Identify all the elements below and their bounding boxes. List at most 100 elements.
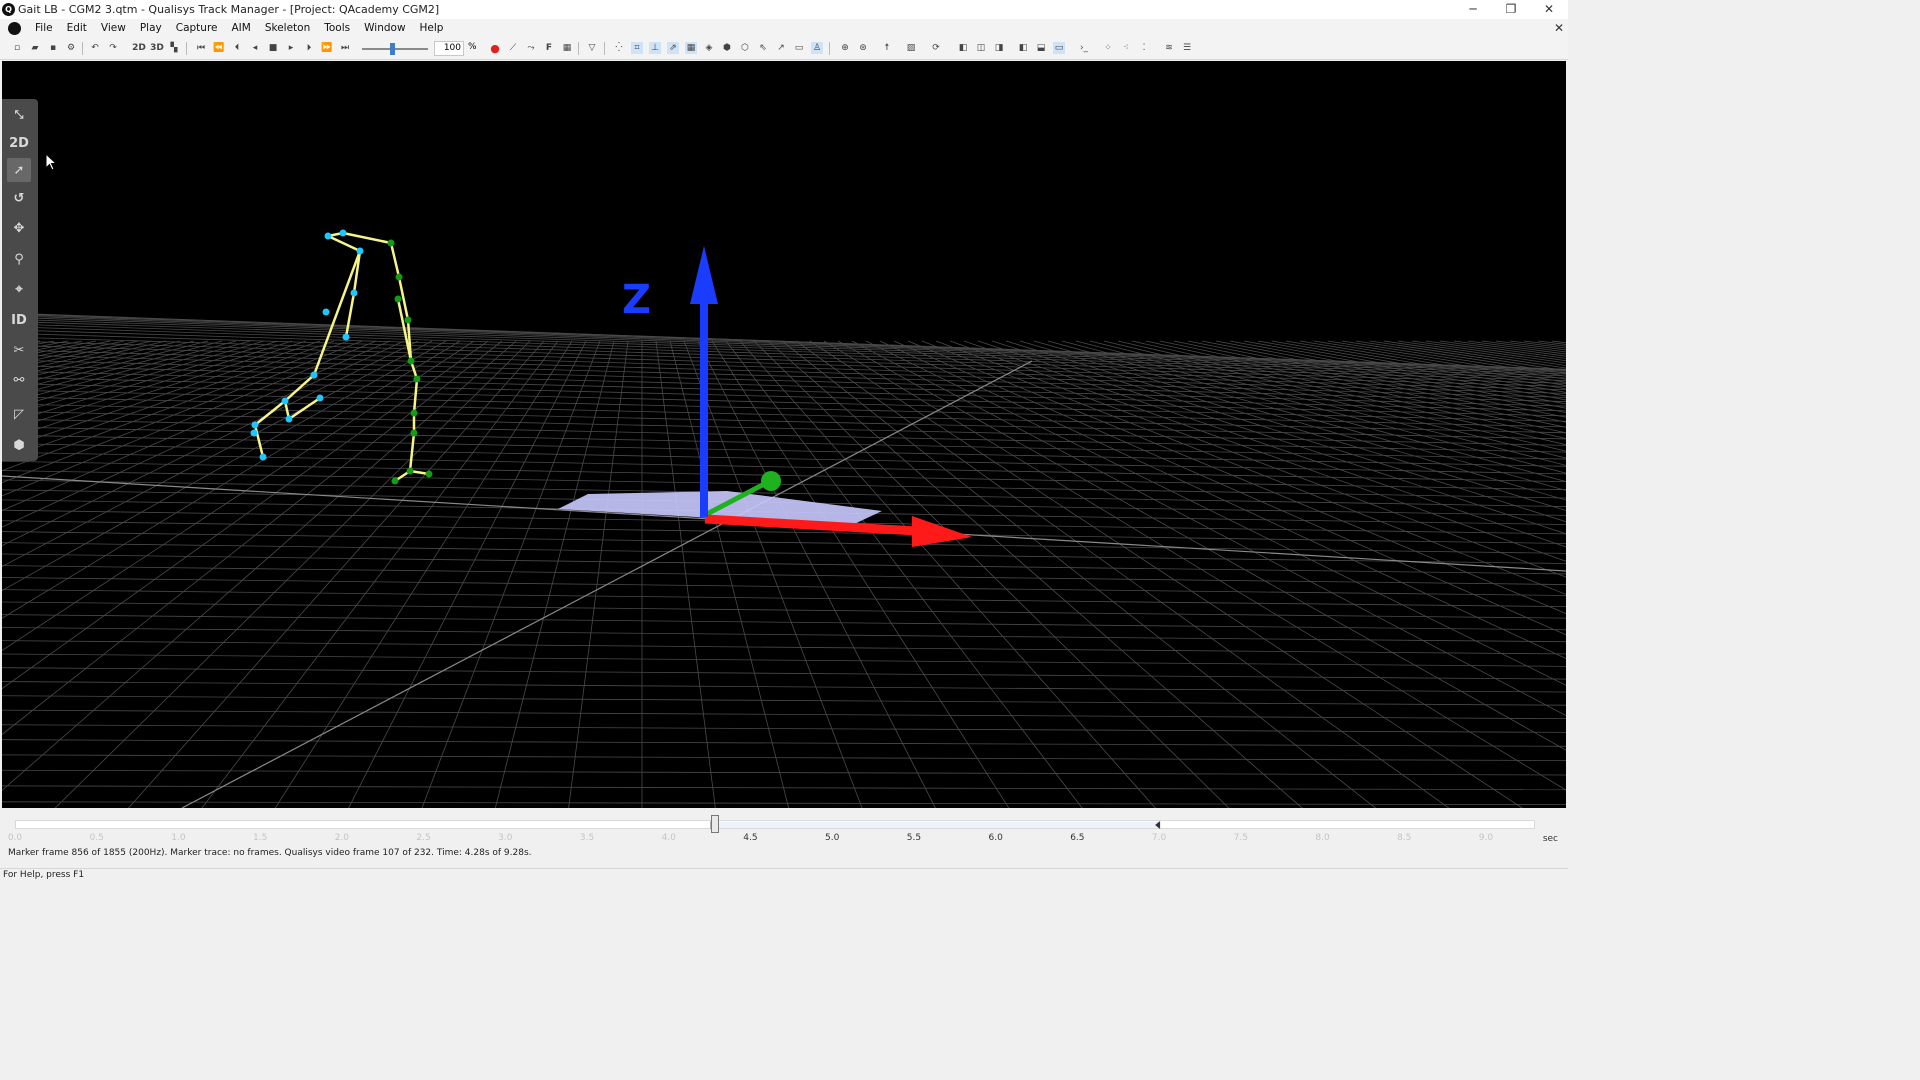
select-trajectory-icon[interactable]: ◸ — [7, 402, 31, 426]
volume-cube-icon[interactable]: ⬡ — [739, 42, 751, 54]
bone-icon[interactable]: ⚯ — [7, 368, 31, 392]
fast-rewind-icon[interactable]: ⏪ — [213, 42, 225, 54]
menu-window[interactable]: Window — [357, 19, 412, 38]
right-leg-marker[interactable] — [425, 470, 433, 478]
zoom-icon[interactable]: ⚲ — [7, 247, 31, 271]
playback-speed-value[interactable]: 100 — [434, 41, 464, 56]
refresh-icon[interactable]: ⟳ — [930, 42, 942, 54]
cube-icon[interactable]: ⬢ — [7, 433, 31, 457]
go-to-start-icon[interactable]: ⏮ — [195, 42, 207, 54]
redo-icon[interactable]: ↷ — [107, 42, 119, 54]
gaze-vector-icon[interactable]: ↗ — [775, 42, 787, 54]
menu-skeleton[interactable]: Skeleton — [258, 19, 317, 38]
step-back-icon[interactable]: ⏴ — [231, 42, 243, 54]
measure-icon[interactable]: ⟋ — [507, 42, 519, 54]
play-backward-icon[interactable]: ◂ — [249, 42, 261, 54]
slider-thumb[interactable] — [389, 43, 395, 55]
right-leg-marker[interactable] — [404, 316, 412, 324]
left-leg-marker[interactable] — [259, 453, 267, 461]
target-icon[interactable]: ⊛ — [857, 42, 869, 54]
grid-icon[interactable]: ▦ — [561, 42, 573, 54]
right-leg-marker[interactable] — [406, 467, 414, 475]
rotate-icon[interactable]: ↺ — [7, 186, 31, 210]
marker-red-icon[interactable]: ⁖ — [1120, 42, 1132, 54]
menu-edit[interactable]: Edit — [60, 19, 94, 38]
skeleton-icon[interactable]: ♙ — [811, 42, 823, 54]
current-time-handle[interactable] — [710, 815, 719, 833]
crosshair-icon[interactable]: ⊕ — [839, 42, 851, 54]
center-icon[interactable]: ⌖ — [7, 277, 31, 301]
mode-2d-button[interactable]: 2D — [7, 131, 31, 155]
layout-left-icon[interactable]: ◧ — [957, 42, 969, 54]
cut-icon[interactable]: ✂ — [7, 338, 31, 362]
right-leg-marker[interactable] — [410, 429, 418, 437]
left-leg-marker[interactable] — [350, 289, 358, 297]
right-leg-marker[interactable] — [395, 273, 403, 281]
identify-button[interactable]: ID — [7, 308, 31, 332]
step-forward-icon[interactable]: ⏵ — [303, 42, 315, 54]
play-icon[interactable]: ▸ — [285, 42, 297, 54]
right-leg-marker[interactable] — [413, 375, 421, 383]
right-leg-marker[interactable] — [410, 409, 418, 417]
fast-forward-icon[interactable]: ⏩ — [321, 42, 333, 54]
left-leg-marker[interactable] — [250, 429, 258, 437]
person-icon[interactable]: ☨ — [881, 42, 893, 54]
video-view-icon[interactable]: ▚ — [168, 42, 180, 54]
minimize-button[interactable]: ─ — [1454, 0, 1492, 19]
left-leg-marker[interactable] — [251, 421, 259, 429]
document-logo-icon[interactable] — [8, 22, 21, 35]
menu-file[interactable]: File — [28, 19, 60, 38]
left-leg-marker[interactable] — [281, 397, 289, 405]
left-leg-marker[interactable] — [316, 394, 324, 402]
axis-view-icon[interactable]: ⊥ — [649, 42, 661, 54]
volume-icon[interactable]: ▽ — [586, 42, 598, 54]
bone-view-icon[interactable]: ⌗ — [631, 42, 643, 54]
playback-speed-slider[interactable] — [362, 43, 428, 55]
panel-left-icon[interactable]: ◧ — [1017, 42, 1029, 54]
marker-gap-icon[interactable]: ⁚ — [1138, 42, 1150, 54]
rigid-body-icon[interactable]: ⬢ — [721, 42, 733, 54]
translate-icon[interactable]: ✥ — [7, 216, 31, 240]
stop-icon[interactable]: ■ — [267, 42, 279, 54]
data-info-icon[interactable]: ☰ — [1181, 42, 1193, 54]
camera-icon[interactable]: ◈ — [703, 42, 715, 54]
save-icon[interactable]: ▪ — [47, 42, 59, 54]
panel-bottom-icon[interactable]: ⬓ — [1035, 42, 1047, 54]
expand-icon[interactable]: ⤡ — [7, 103, 31, 127]
menu-tools[interactable]: Tools — [317, 19, 357, 38]
restore-button[interactable]: ❐ — [1492, 0, 1530, 19]
record-icon[interactable]: ● — [489, 42, 501, 55]
plot-icon[interactable]: ≋ — [1163, 42, 1175, 54]
filter-button[interactable]: F — [543, 42, 555, 54]
menu-play[interactable]: Play — [133, 19, 169, 38]
left-leg-marker[interactable] — [310, 371, 318, 379]
open-file-icon[interactable]: ▰ — [29, 42, 41, 54]
settings-icon[interactable]: ⚙ — [65, 42, 77, 54]
left-leg-marker[interactable] — [322, 308, 330, 316]
layout-right-icon[interactable]: ◨ — [993, 42, 1005, 54]
3d-scene[interactable]: Z — [2, 61, 1566, 808]
go-to-end-icon[interactable]: ⏭ — [339, 42, 351, 54]
menu-help[interactable]: Help — [413, 19, 451, 38]
left-leg-marker[interactable] — [339, 229, 347, 237]
3d-view[interactable]: Z ⤡ 2D ➚ ↺ ✥ ⚲ ⌖ ID ✂ ⚯ ◸ ⬢ — [2, 61, 1566, 808]
right-leg-marker[interactable] — [387, 239, 395, 247]
menu-view[interactable]: View — [94, 19, 133, 38]
terminal-icon[interactable]: ›_ — [1078, 42, 1090, 54]
left-leg-marker[interactable] — [356, 247, 364, 255]
new-file-icon[interactable]: ▫ — [11, 42, 23, 54]
panel-timeline-icon[interactable]: ▭ — [1053, 42, 1065, 54]
view-2d-button[interactable]: 2D — [132, 42, 146, 54]
close-button[interactable]: ✕ — [1530, 0, 1568, 19]
marker-set-icon[interactable]: ⁘ — [1102, 42, 1114, 54]
left-leg-marker[interactable] — [342, 333, 350, 341]
layout-split-icon[interactable]: ◫ — [975, 42, 987, 54]
right-leg-marker[interactable] — [407, 357, 415, 365]
arrow-icon[interactable]: ➚ — [7, 158, 31, 182]
marker-icon[interactable]: ⁛ — [613, 42, 625, 54]
menu-aim[interactable]: AIM — [225, 19, 258, 38]
menu-capture[interactable]: Capture — [169, 19, 225, 38]
trajectory-icon[interactable]: ⤳ — [525, 42, 537, 54]
left-leg-marker[interactable] — [285, 415, 293, 423]
left-leg-marker[interactable] — [324, 232, 332, 240]
